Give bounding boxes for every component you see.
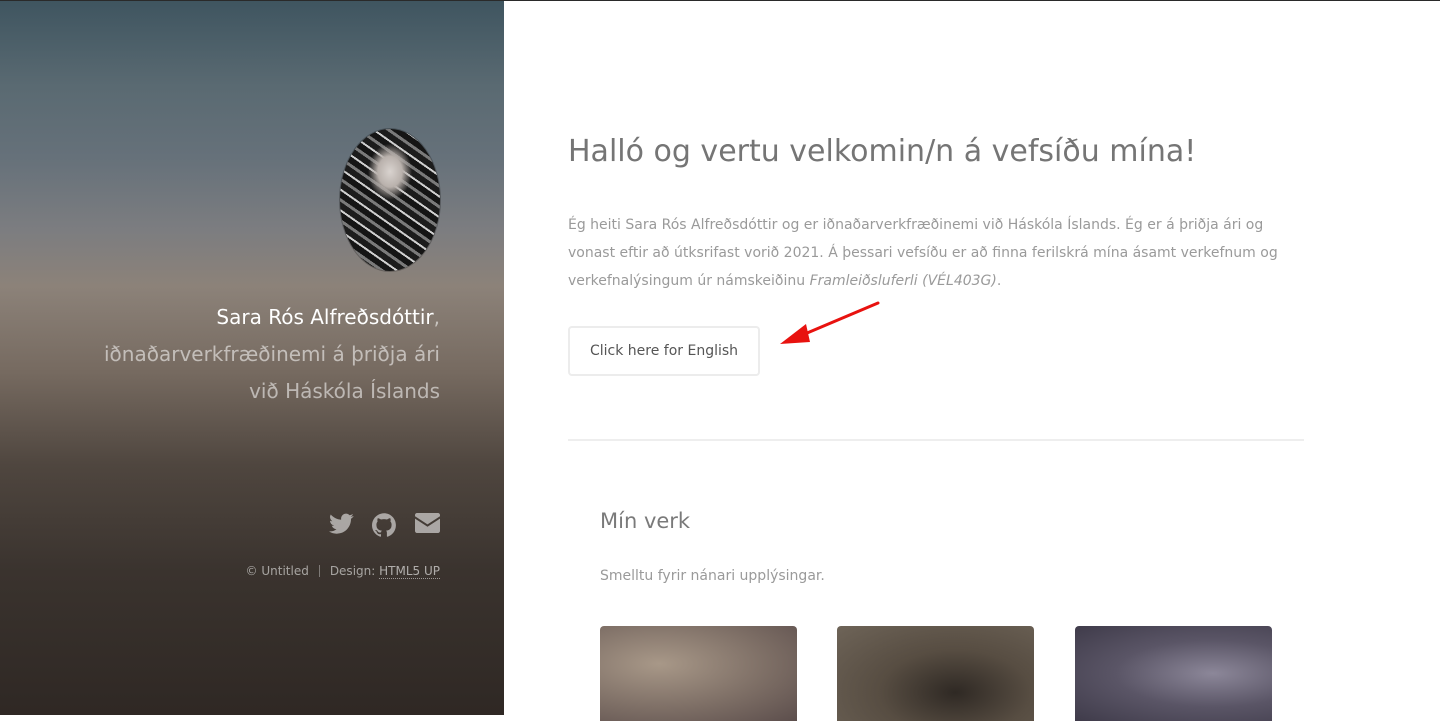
sidebar-intro: Sara Rós Alfreðsdóttir, iðnaðarverkfræði… [80,299,440,410]
footer-copyright: © Untitled Design: HTML5 UP [245,564,440,579]
english-button[interactable]: Click here for English [568,326,760,376]
copyright-text: © Untitled [245,564,309,578]
design-credit: Design: HTML5 UP [329,564,440,579]
social-links [329,513,440,538]
intro-line-2: iðnaðarverkfræðinemi á þriðja ári [104,342,440,366]
course-name: Framleiðsluferli (VÉL403G) [809,273,997,289]
main-content: Halló og vertu velkomin/n á vefsíðu mína… [504,1,1440,721]
intro-name: Sara Rós Alfreðsdóttir [216,305,434,329]
page-title: Halló og vertu velkomin/n á vefsíðu mína… [568,134,1197,169]
design-label: Design: [329,564,376,578]
design-link[interactable]: HTML5 UP [379,564,440,579]
page-frame: Sara Rós Alfreðsdóttir, iðnaðarverkfræði… [0,0,1440,721]
section-divider [568,439,1304,441]
work-thumbnail[interactable] [600,626,797,721]
works-title: Mín verk [600,509,691,533]
intro-comma: , [433,305,440,329]
intro-paragraph: Ég heiti Sara Rós Alfreðsdóttir og er ið… [568,211,1304,295]
profile-photo [340,129,440,271]
annotation-arrow-icon [780,301,880,344]
intro-line-3: við Háskóla Íslands [249,379,440,403]
sidebar: Sara Rós Alfreðsdóttir, iðnaðarverkfræði… [0,1,504,715]
twitter-icon[interactable] [329,513,354,538]
github-icon[interactable] [372,513,397,538]
work-thumbnail[interactable] [837,626,1034,721]
intro-end: . [996,273,1002,289]
envelope-icon[interactable] [415,513,440,538]
work-thumbnail[interactable] [1075,626,1272,721]
works-subtitle: Smelltu fyrir nánari upplýsingar. [600,568,825,584]
footer-divider [318,565,320,577]
